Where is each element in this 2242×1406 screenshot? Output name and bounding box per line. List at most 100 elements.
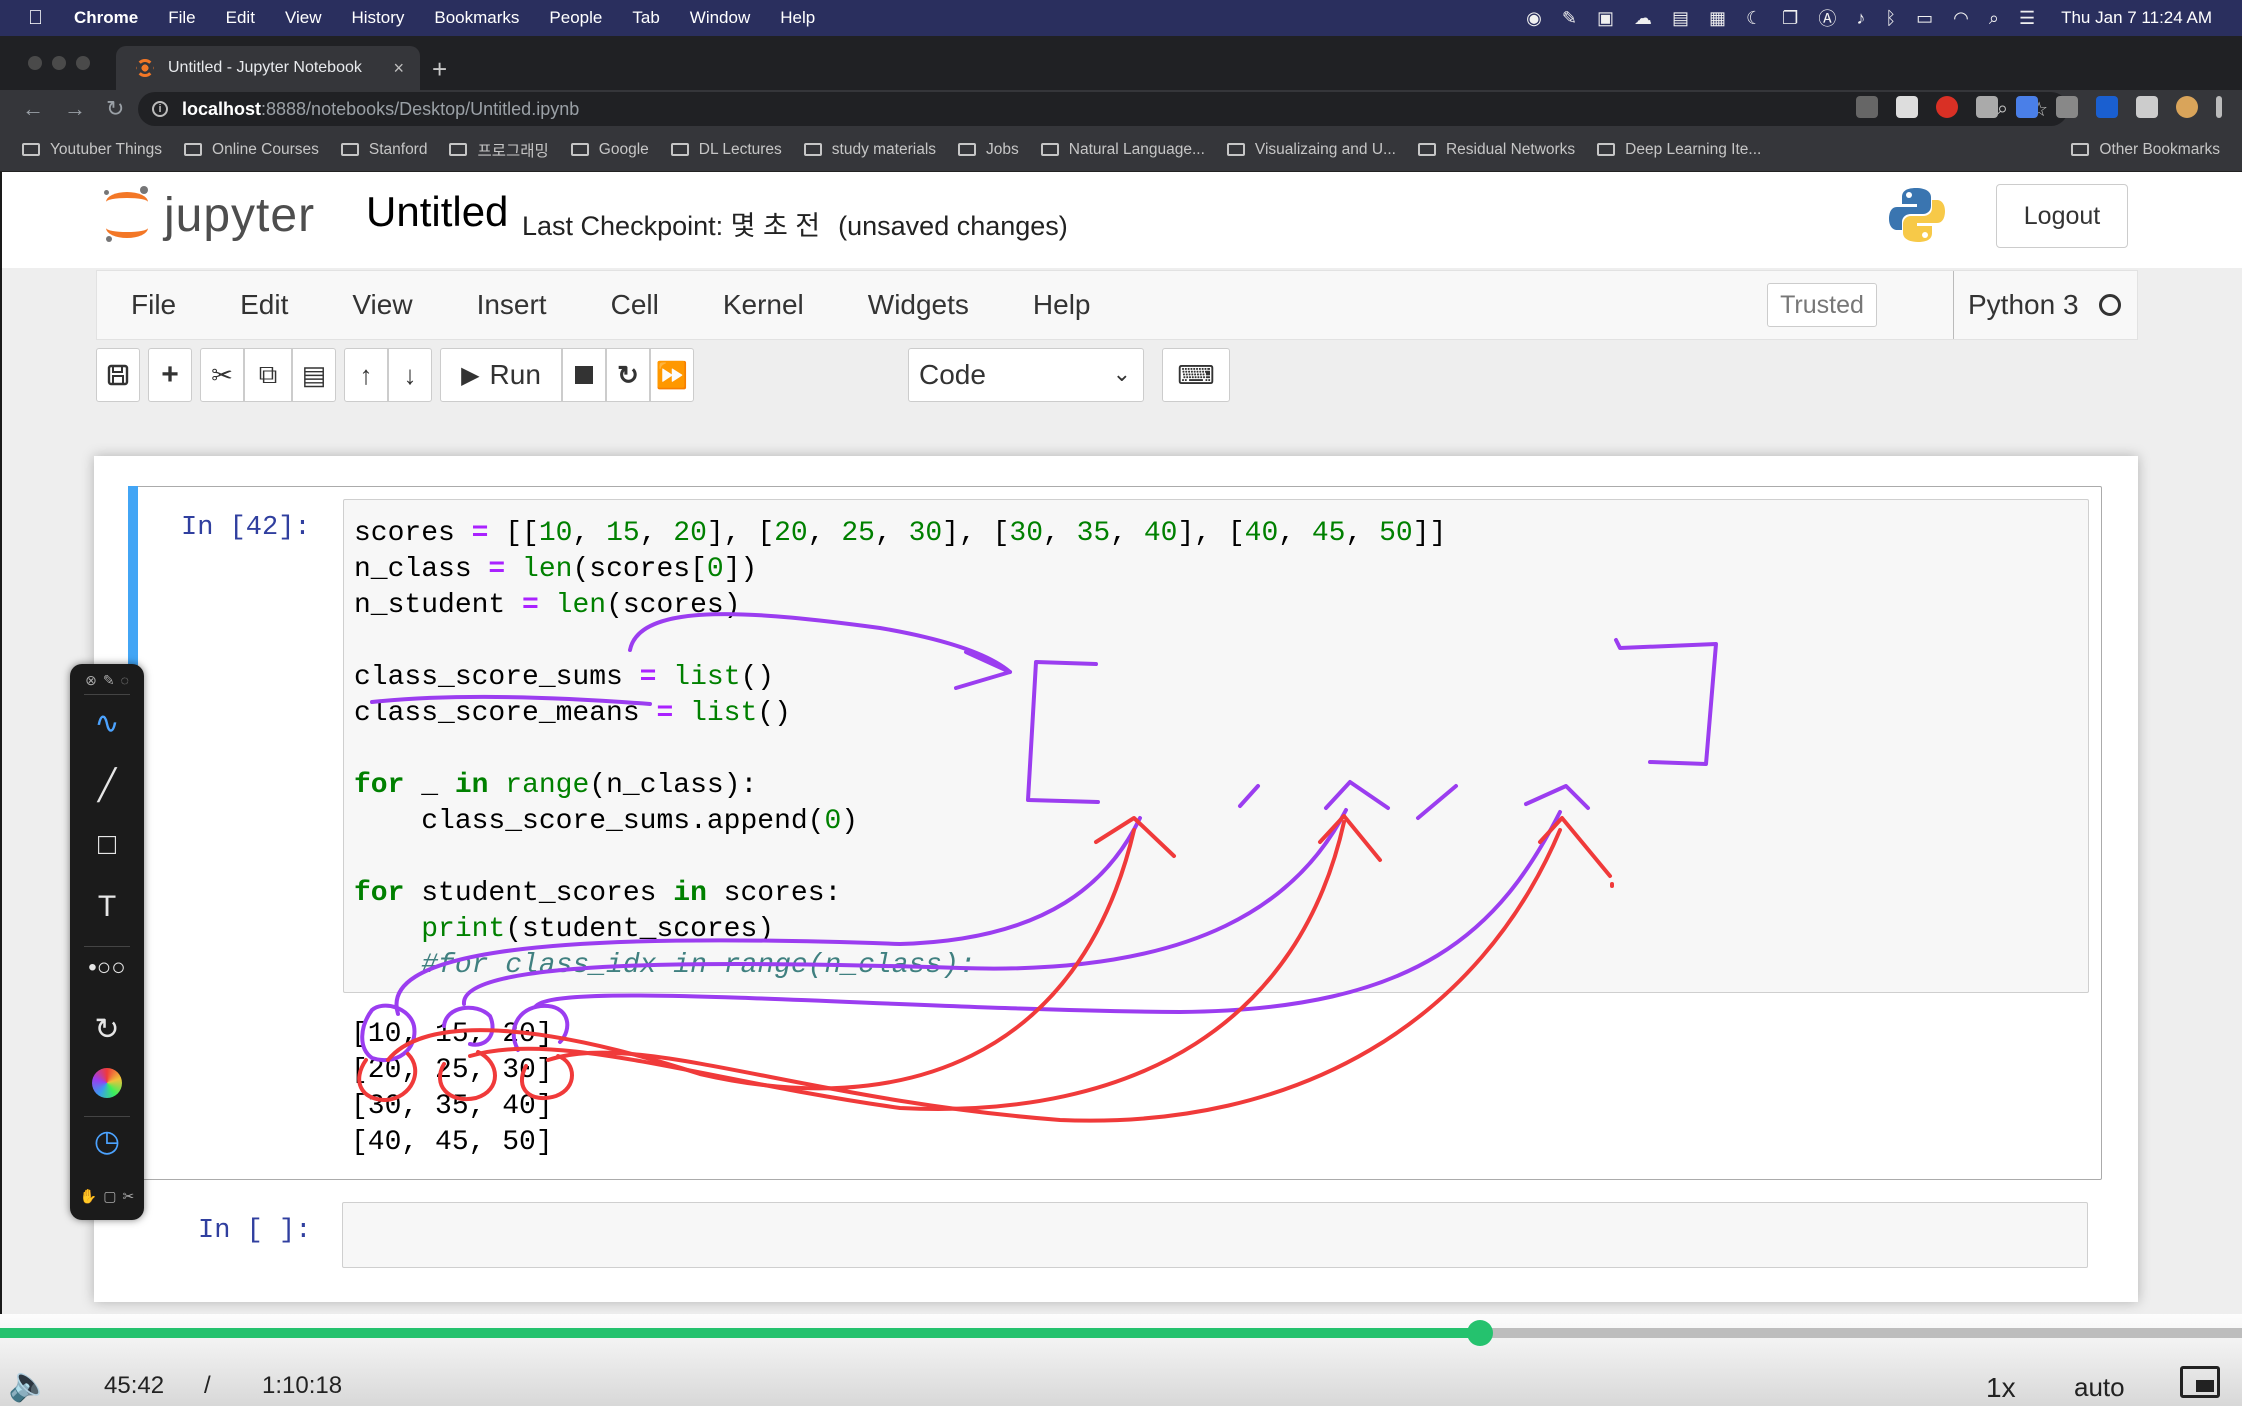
volume-icon[interactable]: ♪ — [1856, 8, 1865, 29]
new-tab-button[interactable]: + — [432, 54, 447, 85]
nb-menu-kernel[interactable]: Kernel — [723, 289, 804, 321]
record-icon[interactable]: ◉ — [1526, 8, 1542, 29]
nb-menu-view[interactable]: View — [352, 289, 412, 321]
rectangle-tool-icon[interactable]: □ — [70, 828, 144, 862]
scissors-tool-icon[interactable]: ✂ — [122, 1188, 134, 1205]
jupyter-logo[interactable]: jupyter — [104, 186, 315, 244]
move-up-button[interactable]: ↑ — [344, 348, 388, 402]
back-icon[interactable]: ← — [22, 96, 54, 122]
playback-speed-button[interactable]: 1x — [1986, 1372, 2016, 1404]
move-down-button[interactable]: ↓ — [388, 348, 432, 402]
code-cell-selected[interactable]: In [42]: scores = [[10, 15, 20], [20, 25… — [128, 486, 2102, 1182]
forward-icon[interactable]: → — [64, 96, 96, 122]
trusted-indicator[interactable]: Trusted — [1767, 283, 1877, 327]
menu-view[interactable]: View — [285, 8, 322, 28]
copy-button[interactable]: ⧉ — [244, 348, 292, 402]
extension-2-icon[interactable] — [1896, 96, 1918, 118]
address-bar[interactable]: i localhost :8888/notebooks/Desktop/Unti… — [138, 92, 2068, 126]
nb-menu-edit[interactable]: Edit — [240, 289, 288, 321]
run-button[interactable]: ▶ Run — [440, 348, 562, 402]
code-editor[interactable]: scores = [[10, 15, 20], [20, 25, 30], [3… — [343, 499, 2089, 993]
save-button[interactable] — [96, 348, 140, 402]
crop-tool-icon[interactable]: ▢ — [103, 1188, 116, 1205]
minimize-window-icon[interactable] — [52, 56, 66, 70]
bookmark-folder[interactable]: study materials — [803, 141, 936, 159]
volume-icon[interactable]: 🔈 — [8, 1364, 50, 1404]
palette-pen-settings-icon[interactable]: ✎ — [103, 672, 115, 689]
reload-icon[interactable]: ↻ — [106, 96, 138, 122]
logout-button[interactable]: Logout — [1996, 184, 2128, 248]
cell-type-select[interactable]: Code ⌄ — [908, 348, 1144, 402]
extension-1-icon[interactable] — [1856, 96, 1878, 118]
menu-window[interactable]: Window — [690, 8, 750, 28]
nb-menu-file[interactable]: File — [131, 289, 176, 321]
grid-icon[interactable]: ▦ — [1709, 8, 1726, 29]
cloud-icon[interactable]: ☁ — [1634, 8, 1652, 29]
freehand-pen-icon[interactable]: ∿ — [70, 706, 144, 741]
extension-5-icon[interactable] — [2016, 96, 2038, 118]
code-cell-empty[interactable]: In [ ]: — [128, 1198, 2102, 1270]
browser-tab-active[interactable]: Untitled - Jupyter Notebook × — [116, 46, 420, 90]
extension-7-icon[interactable] — [2096, 96, 2118, 118]
bookmark-folder[interactable]: Google — [570, 141, 649, 159]
control-center-icon[interactable]: ☰ — [2019, 8, 2035, 29]
timer-icon[interactable]: ◷ — [70, 1124, 144, 1159]
bookmark-folder[interactable]: Natural Language... — [1040, 141, 1205, 159]
menu-edit[interactable]: Edit — [226, 8, 255, 28]
palette-close-icon[interactable]: ⊗ — [85, 672, 97, 689]
pen-icon[interactable]: ✎ — [1562, 8, 1577, 29]
nb-menu-widgets[interactable]: Widgets — [868, 289, 969, 321]
other-bookmarks[interactable]: Other Bookmarks — [2071, 141, 2220, 159]
menu-app-name[interactable]: Chrome — [74, 8, 138, 28]
bookmark-folder[interactable]: 프로그래밍 — [449, 139, 549, 161]
menu-tab[interactable]: Tab — [632, 8, 659, 28]
kernel-name[interactable]: Python 3 — [1968, 289, 2079, 321]
menu-file[interactable]: File — [168, 8, 195, 28]
restart-run-all-button[interactable]: ⏩ — [650, 348, 694, 402]
spotlight-search-icon[interactable]: ⌕ — [1989, 8, 1999, 29]
interrupt-button[interactable] — [562, 348, 606, 402]
bookmark-folder[interactable]: Youtuber Things — [22, 141, 162, 159]
line-width-icon[interactable]: •○○ — [70, 954, 144, 982]
paste-button[interactable]: ▤ — [292, 348, 336, 402]
cut-button[interactable]: ✂ — [200, 348, 244, 402]
palette-options-icon[interactable]: ◌ — [121, 672, 129, 689]
bookmark-folder[interactable]: Jobs — [958, 141, 1019, 159]
extension-4-icon[interactable] — [1976, 96, 1998, 118]
extension-3-icon[interactable] — [1936, 96, 1958, 118]
nb-menu-help[interactable]: Help — [1033, 289, 1091, 321]
seek-bar[interactable] — [0, 1320, 2242, 1346]
zoom-window-icon[interactable] — [76, 56, 90, 70]
profile-avatar[interactable] — [2176, 96, 2198, 118]
bookmark-folder[interactable]: Online Courses — [184, 141, 319, 159]
nb-menu-insert[interactable]: Insert — [477, 289, 547, 321]
bookmark-folder[interactable]: DL Lectures — [670, 141, 782, 159]
apple-icon[interactable]:  — [28, 7, 48, 30]
hand-tool-icon[interactable]: ✋ — [80, 1188, 97, 1205]
nb-menu-cell[interactable]: Cell — [611, 289, 659, 321]
seek-handle[interactable] — [1466, 1320, 1493, 1346]
color-picker-icon[interactable] — [70, 1068, 144, 1098]
insert-cell-button[interactable]: + — [148, 348, 192, 402]
notebook-name[interactable]: Untitled — [366, 188, 508, 236]
line-tool-icon[interactable]: ╱ — [70, 768, 144, 803]
bluetooth-icon[interactable]: ᛒ — [1885, 8, 1896, 29]
menubar-clock[interactable]: Thu Jan 7 11:24 AM — [2061, 8, 2212, 28]
screen-icon[interactable]: ▣ — [1597, 8, 1614, 29]
bookmark-folder[interactable]: Deep Learning Ite... — [1597, 141, 1761, 159]
extensions-puzzle-icon[interactable] — [2136, 96, 2158, 118]
bookmark-folder[interactable]: Stanford — [340, 141, 427, 159]
close-window-icon[interactable] — [28, 56, 42, 70]
text-tool-icon[interactable]: T — [70, 890, 144, 924]
site-info-icon[interactable]: i — [152, 101, 168, 117]
moon-icon[interactable]: ☾ — [1746, 8, 1762, 29]
quality-button[interactable]: auto — [2074, 1372, 2125, 1403]
bookmark-folder[interactable]: Visualizaing and U... — [1226, 141, 1396, 159]
menu-bookmarks[interactable]: Bookmarks — [434, 8, 519, 28]
command-palette-button[interactable]: ⌨ — [1162, 348, 1230, 402]
wifi-icon[interactable]: ◠ — [1953, 8, 1969, 29]
menu-people[interactable]: People — [549, 8, 602, 28]
bookmark-folder[interactable]: Residual Networks — [1417, 141, 1575, 159]
menu-history[interactable]: History — [351, 8, 404, 28]
restart-button[interactable]: ↻ — [606, 348, 650, 402]
